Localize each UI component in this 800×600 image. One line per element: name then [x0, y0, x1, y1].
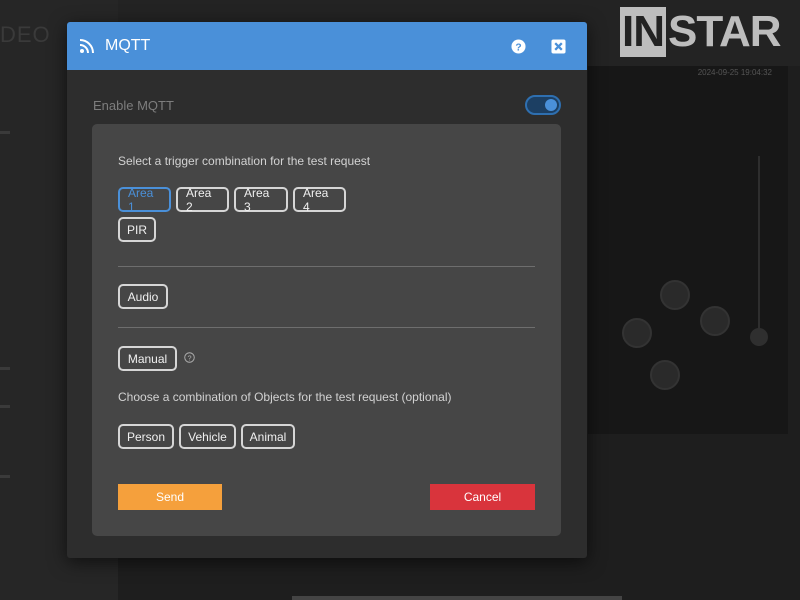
toggle-knob: [545, 99, 557, 111]
chip-audio[interactable]: Audio: [118, 284, 168, 309]
help-circle-icon[interactable]: ?: [184, 352, 195, 363]
dialog-title: MQTT: [105, 37, 151, 54]
question-icon: ?: [510, 38, 526, 54]
sidebar-item: ▬: [0, 362, 10, 373]
send-button[interactable]: Send: [118, 484, 222, 510]
chip-area-3[interactable]: Area 3: [234, 186, 288, 214]
ptz-control-icon: [650, 360, 680, 390]
chip-area-4[interactable]: Area 4: [293, 186, 346, 214]
section-label: DEO: [0, 22, 51, 47]
chip-manual[interactable]: Manual: [118, 346, 177, 371]
sidebar-item: ▬: [0, 126, 10, 137]
close-icon: [550, 38, 566, 54]
enable-mqtt-label: Enable MQTT: [93, 97, 174, 113]
zoom-slider-track: [758, 156, 760, 346]
help-button[interactable]: ?: [509, 37, 527, 55]
objects-prompt: Choose a combination of Objects for the …: [118, 390, 452, 404]
ptz-control-icon: [700, 306, 730, 336]
mqtt-dialog: MQTT ? Enable MQTT Select a trigger comb…: [67, 22, 587, 558]
instar-logo: IN STAR: [620, 7, 782, 57]
dialog-header: MQTT ?: [67, 22, 587, 70]
svg-text:?: ?: [515, 42, 521, 53]
live-video-area: 2024-09-25 19:04:32: [588, 66, 788, 434]
enable-mqtt-toggle[interactable]: [525, 95, 561, 115]
chip-vehicle[interactable]: Vehicle: [179, 424, 236, 449]
test-request-panel: Select a trigger combination for the tes…: [92, 124, 561, 536]
sidebar-item: ▬: [0, 400, 10, 411]
rss-icon: [79, 39, 94, 54]
ptz-control-icon: [622, 318, 652, 348]
trigger-prompt: Select a trigger combination for the tes…: [118, 154, 371, 168]
enable-mqtt-row: Enable MQTT: [93, 94, 561, 116]
chip-person[interactable]: Person: [118, 424, 174, 449]
page-scrollbar: [292, 596, 622, 600]
chip-area-1[interactable]: Area 1: [118, 186, 171, 214]
video-timestamp: 2024-09-25 19:04:32: [697, 68, 772, 77]
ptz-control-icon: [660, 280, 690, 310]
svg-text:?: ?: [187, 353, 191, 362]
sidebar-item: ▬: [0, 470, 10, 481]
cancel-button[interactable]: Cancel: [430, 484, 535, 510]
zoom-slider-knob: [750, 328, 768, 346]
divider: [118, 266, 535, 267]
close-button[interactable]: [549, 37, 567, 55]
chip-area-2[interactable]: Area 2: [176, 186, 229, 214]
chip-pir[interactable]: PIR: [118, 217, 156, 242]
divider: [118, 327, 535, 328]
chip-animal[interactable]: Animal: [241, 424, 295, 449]
